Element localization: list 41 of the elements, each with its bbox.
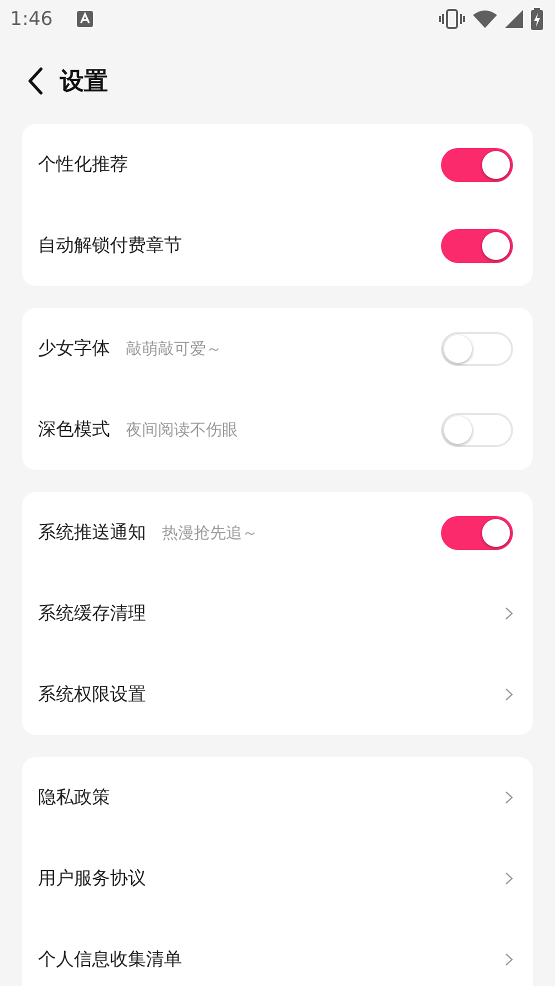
- settings-row[interactable]: 用户服务协议: [22, 838, 533, 919]
- setting-label: 系统权限设置: [38, 683, 146, 707]
- settings-row[interactable]: 系统推送通知 热漫抢先追～: [22, 492, 533, 573]
- chevron-icon: [505, 872, 513, 885]
- setting-label: 用户服务协议: [38, 867, 146, 891]
- toggle-switch[interactable]: [441, 148, 513, 182]
- vibrate-icon: [439, 9, 465, 29]
- wifi-icon: [473, 10, 497, 28]
- toggle-switch[interactable]: [441, 412, 513, 446]
- notification-icon: [76, 11, 93, 27]
- setting-label: 少女字体: [38, 337, 110, 361]
- settings-row[interactable]: 少女字体 敲萌敲可爱～: [22, 308, 533, 389]
- status-time: 1:46: [10, 6, 53, 32]
- settings-row[interactable]: 个性化推荐: [22, 124, 533, 205]
- setting-label: 个人信息收集清单: [38, 948, 182, 972]
- page-title: 设置: [60, 66, 108, 97]
- settings-row[interactable]: 个人信息收集清单: [22, 919, 533, 986]
- chevron-icon: [505, 953, 513, 966]
- toggle-switch[interactable]: [441, 516, 513, 550]
- signal-icon: [505, 10, 523, 28]
- setting-hint: 夜间阅读不伤眼: [126, 418, 238, 440]
- toggle-switch[interactable]: [441, 228, 513, 262]
- setting-label: 个性化推荐: [38, 153, 128, 177]
- toggle-switch[interactable]: [441, 332, 513, 366]
- setting-hint: 热漫抢先追～: [162, 522, 258, 544]
- back-button[interactable]: [26, 67, 44, 95]
- chevron-icon: [505, 791, 513, 804]
- setting-label: 系统推送通知: [38, 521, 146, 545]
- battery-icon: [531, 8, 543, 30]
- settings-row[interactable]: 系统权限设置: [22, 654, 533, 735]
- chevron-icon: [505, 607, 513, 620]
- settings-row[interactable]: 自动解锁付费章节: [22, 205, 533, 286]
- chevron-icon: [505, 688, 513, 701]
- setting-label: 系统缓存清理: [38, 602, 146, 626]
- setting-label: 深色模式: [38, 418, 110, 442]
- settings-row[interactable]: 系统缓存清理: [22, 573, 533, 654]
- settings-row[interactable]: 深色模式 夜间阅读不伤眼: [22, 389, 533, 470]
- setting-hint: 敲萌敲可爱～: [126, 338, 222, 360]
- setting-label: 隐私政策: [38, 786, 110, 810]
- settings-row[interactable]: 隐私政策: [22, 757, 533, 838]
- setting-label: 自动解锁付费章节: [38, 234, 182, 258]
